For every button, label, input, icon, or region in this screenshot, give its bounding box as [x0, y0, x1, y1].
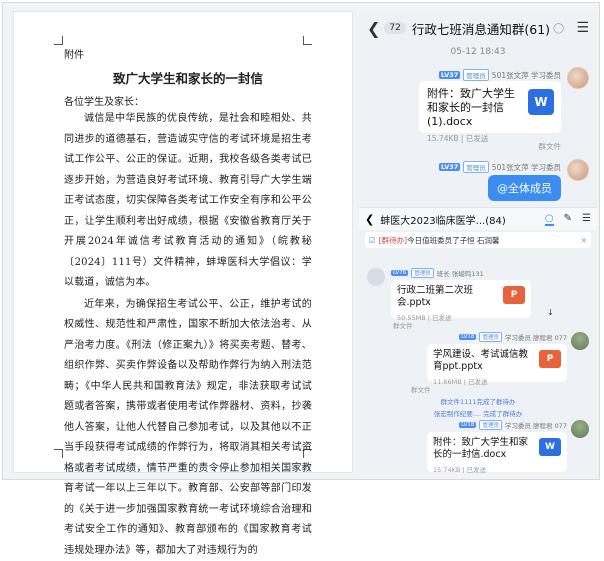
avatar[interactable]: [571, 332, 589, 350]
sender-meta: LV76 管理员 班长 张峻鸣131: [391, 268, 484, 278]
sender-meta: LV18 管理员 学习委员 廖程君 077: [459, 420, 567, 430]
file-name: 行政二班第二次班会.pptx: [397, 285, 493, 309]
file-card[interactable]: 行政二班第二次班会.pptx 50.55MB | 已发送 P: [391, 280, 531, 318]
crop-mark: [54, 449, 63, 458]
sender-meta: LV37 管理员 501张文萍 学习委员: [439, 161, 561, 173]
unread-badge: 72: [384, 22, 405, 34]
crop-mark: [54, 36, 63, 45]
menu-icon[interactable]: ☰: [582, 213, 591, 226]
file-card[interactable]: 附件：致广大学生和家长的一封信.docx 15.74KB | 已发送 W: [427, 432, 567, 472]
file-status: 已发送: [468, 378, 488, 386]
notice-tag: [群待办]: [379, 235, 407, 246]
paragraph: 诚信是中华民族的优良传统，是社会和睦相处、共同进步的道德基石，营造诚实守信的考试…: [64, 109, 312, 294]
menu-icon[interactable]: ☰: [576, 20, 589, 36]
level-badge: LV76: [391, 270, 408, 276]
word-doc-icon: W: [528, 89, 554, 115]
role-badge: 管理员: [411, 268, 434, 278]
group-file-label: 群文件: [411, 384, 431, 394]
ppt-icon: P: [503, 286, 525, 304]
chat-title: 行政七班消息通知群(61): [412, 19, 550, 38]
sender-name: 学习委员 廖程君 077: [505, 332, 567, 342]
verified-icon: ◯: [553, 23, 564, 34]
level-badge: LV37: [439, 163, 460, 171]
role-badge: 管理员: [463, 161, 489, 173]
file-meta: 15.74KB | 已发送: [433, 464, 561, 474]
file-size: 15.74KB: [427, 134, 459, 143]
avatar[interactable]: [567, 67, 589, 89]
checkbox-icon: ☑: [369, 236, 376, 245]
document-page: 附件 致广大学生和家长的一封信 各位学生及家长： 诚信是中华民族的优良传统，是社…: [13, 11, 353, 473]
file-size: 11.66MB: [433, 378, 462, 386]
mention-all-bubble[interactable]: @全体成员: [488, 175, 561, 201]
todo-notice[interactable]: ☑ [群待办] 今日值班委员了子恒 石润馨 ✕: [365, 232, 591, 248]
sender-meta: LV37 管理员 501张文萍 学习委员: [439, 69, 561, 81]
sender-name: 班长 张峻鸣131: [437, 268, 484, 278]
system-message: 张宏制作纪要.... 完成了群待办: [359, 408, 597, 418]
role-badge: 管理员: [479, 420, 502, 430]
file-card[interactable]: 附件：致广大学生和家长的一封信(1).docx 15.74KB | 已发送 W: [419, 81, 561, 133]
paragraph: 近年来，为确保招生考试公平、公正，维护考试的权威性、规范性和严肃性，国家不断加大…: [64, 295, 312, 561]
level-badge: LV37: [439, 71, 460, 79]
file-name: 附件：致广大学生和家长的一封信(1).docx: [427, 87, 523, 129]
level-badge: LV18: [459, 422, 476, 428]
chat-bubble-icon[interactable]: ○: [545, 213, 554, 226]
attachment-label: 附件: [64, 46, 312, 61]
group-file-label: 群文件: [539, 141, 562, 152]
letter-title: 致广大学生和家长的一封信: [64, 68, 312, 87]
word-doc-icon: W: [539, 438, 561, 456]
avatar[interactable]: [571, 420, 589, 438]
avatar[interactable]: [567, 159, 589, 181]
file-card[interactable]: 学风建设、考试诚信教育ppt.pptx 11.66MB | 已发送 P: [427, 344, 567, 382]
file-size: 15.74KB: [433, 466, 460, 474]
chat-window-clinical: ❮ 蚌医大2023临床医学...(84) ○ ✎ ☰ ☑ [群待办] 今日值班委…: [359, 207, 597, 473]
edit-icon[interactable]: ✎: [564, 213, 572, 226]
file-name: 学风建设、考试诚信教育ppt.pptx: [433, 349, 533, 373]
download-icon[interactable]: ↓: [547, 308, 554, 317]
chat-window-class7: ❮ 72 行政七班消息通知群(61) ◯ ☰ 05-12 18:43 LV37 …: [359, 13, 597, 213]
file-name: 附件：致广大学生和家长的一封信.docx: [433, 437, 533, 461]
screenshot-frame: 附件 致广大学生和家长的一封信 各位学生及家长： 诚信是中华民族的优良传统，是社…: [2, 2, 600, 480]
group-file-label: 群文件: [393, 320, 413, 330]
header-icons: ○ ✎ ☰: [545, 213, 591, 226]
file-status: 已发送: [467, 466, 487, 474]
file-status: 已发送: [466, 134, 489, 143]
back-arrow-icon[interactable]: ❮: [365, 213, 374, 226]
level-badge: LV18: [459, 334, 476, 340]
close-icon[interactable]: ✕: [581, 236, 587, 245]
role-badge: 管理员: [479, 332, 502, 342]
timestamp: 05-12 18:43: [359, 47, 597, 57]
crop-mark: [303, 36, 312, 45]
ppt-icon: P: [539, 350, 561, 368]
system-message: 群文件1111完成了群待办: [359, 396, 597, 406]
avatar[interactable]: [367, 268, 385, 286]
back-arrow-icon[interactable]: ❮: [367, 19, 380, 38]
chat-title: 蚌医大2023临床医学...(84): [380, 212, 506, 227]
chat-header: ❮ 蚌医大2023临床医学...(84) ○ ✎ ☰: [359, 208, 597, 230]
sender-name: 学习委员 廖程君 077: [505, 420, 567, 430]
sender-meta: LV18 管理员 学习委员 廖程君 077: [459, 332, 567, 342]
notice-text: 今日值班委员了子恒 石润馨: [407, 235, 499, 246]
file-meta: 50.55MB | 已发送: [397, 312, 525, 322]
sender-name: 501张文萍 学习委员: [492, 70, 561, 81]
chat-header: ❮ 72 行政七班消息通知群(61) ◯ ☰: [359, 13, 597, 43]
role-badge: 管理员: [463, 69, 489, 81]
file-status: 已发送: [432, 314, 452, 322]
sender-name: 501张文萍 学习委员: [492, 162, 561, 173]
file-meta: 15.74KB | 已发送: [427, 133, 553, 144]
file-meta: 11.66MB | 已发送: [433, 376, 561, 386]
greeting: 各位学生及家长：: [64, 93, 312, 108]
